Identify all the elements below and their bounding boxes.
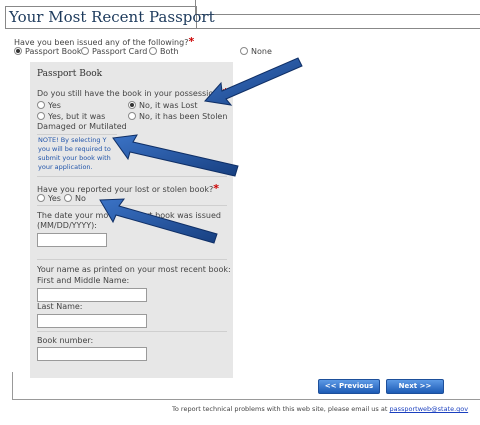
option-label: None — [251, 47, 272, 56]
divider — [37, 205, 227, 206]
option-label: Yes — [48, 194, 61, 203]
option-label: No, it was Lost — [139, 101, 198, 110]
radio-passport-card[interactable] — [81, 47, 89, 55]
required-mark: * — [222, 86, 229, 99]
option-none[interactable]: None — [240, 47, 272, 56]
radio-yes[interactable] — [37, 101, 45, 109]
possession-question: Do you still have the book in your posse… — [37, 86, 228, 99]
divider — [37, 259, 227, 260]
radio-none[interactable] — [240, 47, 248, 55]
option-label: Passport Card — [92, 47, 148, 56]
required-mark: * — [213, 182, 220, 195]
previous-button[interactable]: << Previous — [318, 379, 380, 394]
option-lost[interactable]: No, it was Lost — [128, 101, 198, 110]
radio-reported-yes[interactable] — [37, 194, 45, 202]
option-reported-yes[interactable]: Yes — [37, 194, 61, 203]
issued-question-label: Have you been issued any of the followin… — [14, 38, 189, 47]
first-middle-name-input[interactable] — [37, 288, 147, 302]
issue-date-input[interactable] — [37, 233, 107, 247]
option-label: Passport Book — [25, 47, 82, 56]
option-stolen[interactable]: No, it has been Stolen — [128, 112, 227, 121]
option-reported-no[interactable]: No — [64, 194, 86, 203]
radio-lost[interactable] — [128, 101, 136, 109]
date-label-line2: (MM/DD/YYYY): — [37, 221, 97, 230]
option-yes[interactable]: Yes — [37, 101, 61, 110]
footer-message: To report technical problems with this w… — [172, 405, 388, 413]
radio-both[interactable] — [149, 47, 157, 55]
date-label-line1b: sport book was issued — [132, 211, 221, 220]
option-damaged-line2: Damaged or Mutilated — [37, 122, 127, 131]
option-label: Yes, but it was — [48, 112, 106, 121]
name-label-line2: First and Middle Name: — [37, 276, 130, 285]
next-button[interactable]: Next >> — [386, 379, 444, 394]
note-line: NOTE! By selecting Y — [38, 136, 107, 144]
book-number-input[interactable] — [37, 347, 147, 361]
support-email-link[interactable]: passportweb@state.gov — [389, 405, 468, 413]
option-passport-book[interactable]: Passport Book — [14, 47, 82, 56]
divider — [37, 331, 227, 332]
option-passport-card[interactable]: Passport Card — [81, 47, 147, 56]
note-divider — [37, 134, 117, 135]
radio-stolen[interactable] — [128, 112, 136, 120]
name-label-line1: Your name as printed on your most recent… — [37, 265, 231, 274]
footer-text: To report technical problems with this w… — [172, 405, 468, 413]
page-title: Your Most Recent Passport — [9, 8, 215, 26]
panel-title: Passport Book — [37, 69, 103, 79]
note-line: you will be required to — [38, 145, 111, 153]
radio-passport-book[interactable] — [14, 47, 22, 55]
reported-question-label: Have you reported your lost or stolen bo… — [37, 185, 214, 194]
option-both[interactable]: Both — [149, 47, 179, 56]
option-label: Yes — [48, 101, 61, 110]
radio-reported-no[interactable] — [64, 194, 72, 202]
last-name-label: Last Name: — [37, 302, 83, 311]
note-line: submit your book with — [38, 154, 111, 162]
option-label: Both — [160, 47, 179, 56]
possession-question-label: Do you still have the book in your posse… — [37, 89, 223, 98]
book-number-label: Book number: — [37, 336, 94, 345]
option-label: No — [75, 194, 86, 203]
option-damaged[interactable]: Yes, but it was — [37, 112, 105, 121]
date-label-line1a: The date your mo — [37, 211, 109, 220]
option-label: No, it has been Stolen — [139, 112, 228, 121]
last-name-input[interactable] — [37, 314, 147, 328]
required-mark: * — [188, 35, 195, 48]
footer-divider — [12, 399, 480, 400]
footer-left-rule — [12, 372, 13, 400]
divider — [37, 176, 227, 177]
tab-border — [195, 0, 480, 15]
note-line: your application. — [38, 163, 93, 171]
title-divider — [5, 28, 480, 29]
note-text: NOTE! By selecting Y you will be require… — [38, 136, 116, 172]
radio-damaged[interactable] — [37, 112, 45, 120]
